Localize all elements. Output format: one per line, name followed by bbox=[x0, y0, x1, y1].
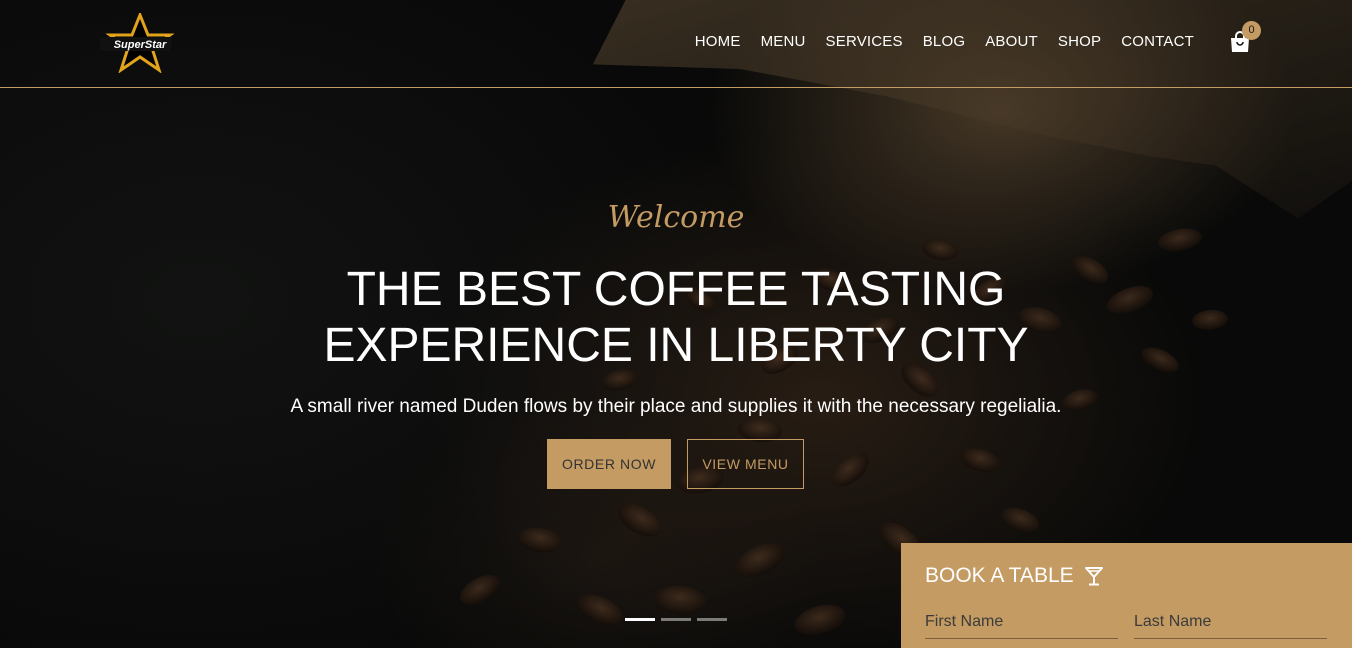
hero-headline: THE BEST COFFEE TASTING EXPERIENCE IN LI… bbox=[0, 262, 1352, 374]
hero-subtitle: A small river named Duden flows by their… bbox=[290, 396, 1062, 417]
book-table-label: BOOK A TABLE bbox=[925, 564, 1074, 587]
last-name-field[interactable]: Last Name bbox=[1134, 613, 1327, 639]
site-header: SuperStar HOME MENU SERVICES BLOG ABOUT … bbox=[0, 0, 1352, 88]
nav-contact[interactable]: CONTACT bbox=[1111, 33, 1204, 51]
main-nav: HOME MENU SERVICES BLOG ABOUT SHOP CONTA… bbox=[685, 33, 1204, 51]
headline-line-1: THE BEST COFFEE TASTING bbox=[346, 263, 1006, 316]
nav-home[interactable]: HOME bbox=[685, 33, 751, 51]
svg-text:SuperStar: SuperStar bbox=[114, 39, 167, 51]
book-table-panel: BOOK A TABLE First Name Last Name bbox=[901, 543, 1352, 648]
cocktail-glass-icon bbox=[1084, 567, 1103, 586]
slider-pagination bbox=[625, 618, 727, 621]
nav-blog[interactable]: BLOG bbox=[913, 33, 975, 51]
slide-dot-1[interactable] bbox=[625, 618, 655, 621]
nav-shop[interactable]: SHOP bbox=[1048, 33, 1111, 51]
slide-dot-3[interactable] bbox=[697, 618, 727, 621]
first-name-field[interactable]: First Name bbox=[925, 613, 1118, 639]
welcome-script: Welcome bbox=[607, 200, 745, 235]
book-table-title: BOOK A TABLE bbox=[925, 564, 1104, 588]
nav-about[interactable]: ABOUT bbox=[975, 33, 1048, 51]
cart-count-badge: 0 bbox=[1242, 21, 1261, 40]
nav-menu[interactable]: MENU bbox=[751, 33, 816, 51]
headline-line-2: EXPERIENCE IN LIBERTY CITY bbox=[323, 319, 1029, 372]
superstar-logo[interactable]: SuperStar bbox=[100, 13, 180, 73]
view-menu-button[interactable]: VIEW MENU bbox=[687, 439, 804, 489]
slide-dot-2[interactable] bbox=[661, 618, 691, 621]
nav-services[interactable]: SERVICES bbox=[816, 33, 913, 51]
order-now-button[interactable]: ORDER NOW bbox=[547, 439, 671, 489]
